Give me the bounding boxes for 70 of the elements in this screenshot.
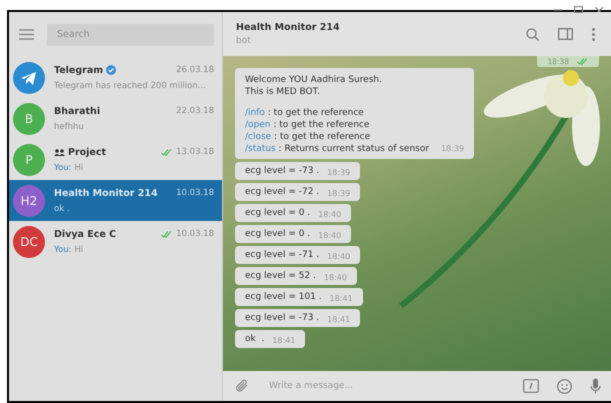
avatar: P (13, 144, 45, 176)
message-text: This is MED BOT. (245, 86, 321, 98)
bot-command-icon[interactable] (523, 379, 539, 393)
chat-date: 10.03.18 (176, 229, 214, 239)
chat-name: Bharathi (54, 106, 100, 116)
command-link[interactable]: /status (245, 143, 276, 155)
chat-date: 13.03.18 (176, 147, 214, 157)
side-panel-icon[interactable] (558, 28, 573, 40)
chat-name: Project (68, 146, 106, 158)
message-preview: Telegram has reached 200 million... (54, 80, 206, 90)
minimize-icon[interactable] (553, 8, 562, 12)
command-description: : Returns current status of sensor (278, 143, 430, 155)
message-text: ecg level = -72 . (245, 187, 320, 197)
message-preview: Hi (74, 244, 84, 254)
message-preview: ok . (54, 204, 70, 214)
emoji-icon[interactable] (557, 378, 572, 394)
sender-label: You: (54, 162, 72, 172)
menu-icon[interactable] (19, 29, 34, 40)
command-link[interactable]: /info (245, 107, 265, 119)
message-time: 18:41 (272, 336, 296, 345)
message-input-field[interactable]: Write a message... (267, 380, 505, 392)
chat-name: Divya Ece C (54, 228, 116, 240)
chat-subtitle: bot (236, 36, 252, 46)
message-time: 18:41 (330, 294, 353, 303)
paperclip-icon[interactable] (235, 379, 249, 393)
command-link[interactable]: /close (245, 131, 272, 143)
close-icon[interactable] (595, 7, 603, 12)
chat-title: Health Monitor 214 (236, 22, 341, 33)
message-time: 18:39 (441, 143, 464, 155)
message-preview: hefhhu (54, 122, 84, 132)
more-options-icon[interactable] (592, 28, 595, 40)
message-text: Welcome YOU Aadhira Suresh. (245, 74, 383, 86)
avatar: DC (13, 226, 45, 258)
message-time: 18:39 (327, 168, 350, 177)
command-description: : to get the reference (266, 107, 364, 119)
message-text: ecg level = -71 . (245, 250, 320, 260)
avatar: H2 (13, 184, 45, 216)
search-field[interactable]: Search (47, 24, 214, 46)
command-link[interactable]: /open (245, 119, 270, 131)
message-text: ecg level = 0 . (245, 208, 310, 218)
message-text: ecg level = 52 . (245, 271, 316, 281)
chat-name: Telegram (54, 64, 104, 76)
command-description: : to get the reference (272, 119, 370, 131)
microphone-icon[interactable] (590, 378, 601, 394)
sender-label: You: (54, 244, 72, 254)
chat-list-item[interactable]: B Bharathi 22.03.18 hefhhu (9, 98, 222, 139)
message-text: ecg level = -73 . (245, 313, 320, 323)
maximize-icon[interactable] (574, 6, 583, 13)
chat-list-item[interactable]: DC Divya Ece C 10.03.18 You: Hi (9, 221, 222, 262)
chat-list-item[interactable]: Telegram 26.03.18 Telegram has reached 200 million... (9, 57, 222, 98)
message-time: 18:39 (327, 189, 350, 198)
avatar: B (13, 102, 45, 134)
chat-date: 10.03.18 (176, 188, 214, 198)
message-text: ecg level = -73 . (245, 166, 320, 176)
chat-list-item[interactable]: P Project 13.03.18 You: Hi (9, 139, 222, 180)
message-preview: Hi (74, 162, 84, 172)
message-text: ok . (245, 334, 264, 344)
chat-date: 26.03.18 (176, 65, 214, 75)
message-time: 18:41 (327, 315, 350, 324)
search-icon[interactable] (526, 28, 539, 40)
message-time: 18:40 (318, 210, 342, 219)
chat-date: 22.03.18 (176, 106, 214, 116)
message-time: 18:40 (324, 273, 347, 282)
chat-name: Health Monitor 214 (54, 188, 158, 198)
message-time: 18:40 (318, 231, 342, 240)
message-text: ecg level = 101 . (245, 292, 322, 302)
message-time: 18:40 (327, 252, 350, 261)
command-description: : to get the reference (273, 131, 370, 143)
message-text: ecg level = 0 . (245, 229, 310, 239)
chat-list-item[interactable]: H2 Health Monitor 214 10.03.18 ok . (9, 180, 222, 221)
